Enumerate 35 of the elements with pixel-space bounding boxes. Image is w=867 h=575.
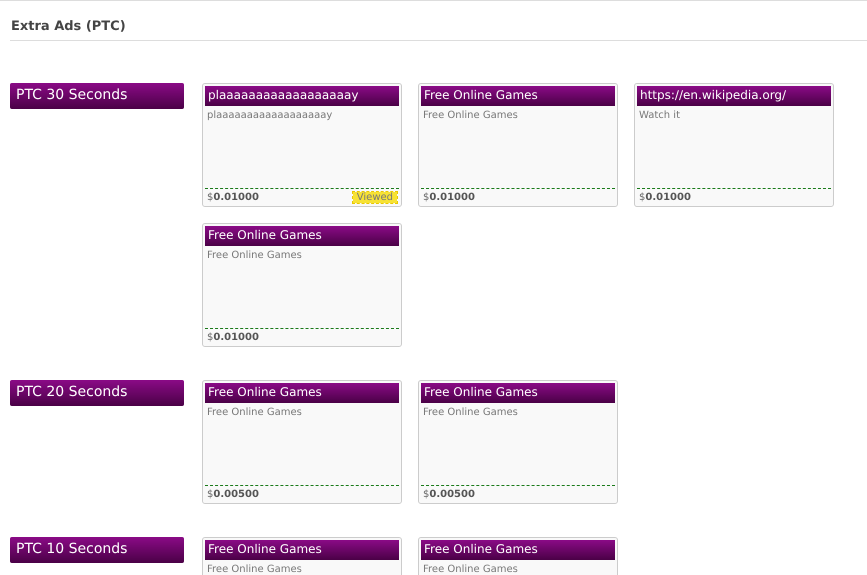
ad-title[interactable]: plaaaaaaaaaaaaaaaaaay (205, 86, 399, 106)
ad-price: $0.01000 (207, 192, 259, 203)
ad-price: $0.00500 (423, 489, 475, 500)
ad-description: Free Online Games (423, 110, 518, 121)
ad-description: plaaaaaaaaaaaaaaaaaay (207, 110, 332, 121)
ad-price: $0.01000 (207, 332, 259, 343)
ad-card[interactable]: Free Online Games Free Online Games $0.01000 (202, 223, 402, 347)
ad-card[interactable]: Free Online Games Free Online Games (202, 537, 402, 575)
ad-card[interactable]: plaaaaaaaaaaaaaaaaaay plaaaaaaaaaaaaaaaaaay $0.01000 Viewed (202, 83, 402, 207)
ad-price: $0.00500 (207, 489, 259, 500)
section-label: PTC 20 Seconds (10, 380, 184, 406)
ad-description: Free Online Games (207, 564, 302, 575)
ad-card[interactable]: Free Online Games Free Online Games $0.00500 (418, 380, 618, 504)
ad-title[interactable]: Free Online Games (205, 540, 399, 560)
ad-title[interactable]: Free Online Games (421, 383, 615, 403)
ad-title[interactable]: Free Online Games (205, 226, 399, 246)
viewed-badge: Viewed (352, 192, 397, 203)
page-title: Extra Ads (PTC) (11, 19, 126, 34)
ad-description: Watch it (639, 110, 680, 121)
ad-description: Free Online Games (423, 564, 518, 575)
ad-price: $0.01000 (639, 192, 691, 203)
ad-card[interactable]: Free Online Games Free Online Games $0.00500 (202, 380, 402, 504)
ad-description: Free Online Games (207, 250, 302, 261)
ad-description: Free Online Games (423, 407, 518, 418)
section-label: PTC 30 Seconds (10, 83, 184, 109)
ad-card[interactable]: Free Online Games Free Online Games $0.01000 (418, 83, 618, 207)
ad-title[interactable]: Free Online Games (421, 540, 615, 560)
ad-title[interactable]: Free Online Games (205, 383, 399, 403)
ad-title[interactable]: https://en.wikipedia.org/ (637, 86, 831, 106)
ad-description: Free Online Games (207, 407, 302, 418)
ad-card[interactable]: Free Online Games Free Online Games (418, 537, 618, 575)
ad-card[interactable]: https://en.wikipedia.org/ Watch it $0.01000 (634, 83, 834, 207)
ad-title[interactable]: Free Online Games (421, 86, 615, 106)
section-label: PTC 10 Seconds (10, 537, 184, 563)
ad-price: $0.01000 (423, 192, 475, 203)
